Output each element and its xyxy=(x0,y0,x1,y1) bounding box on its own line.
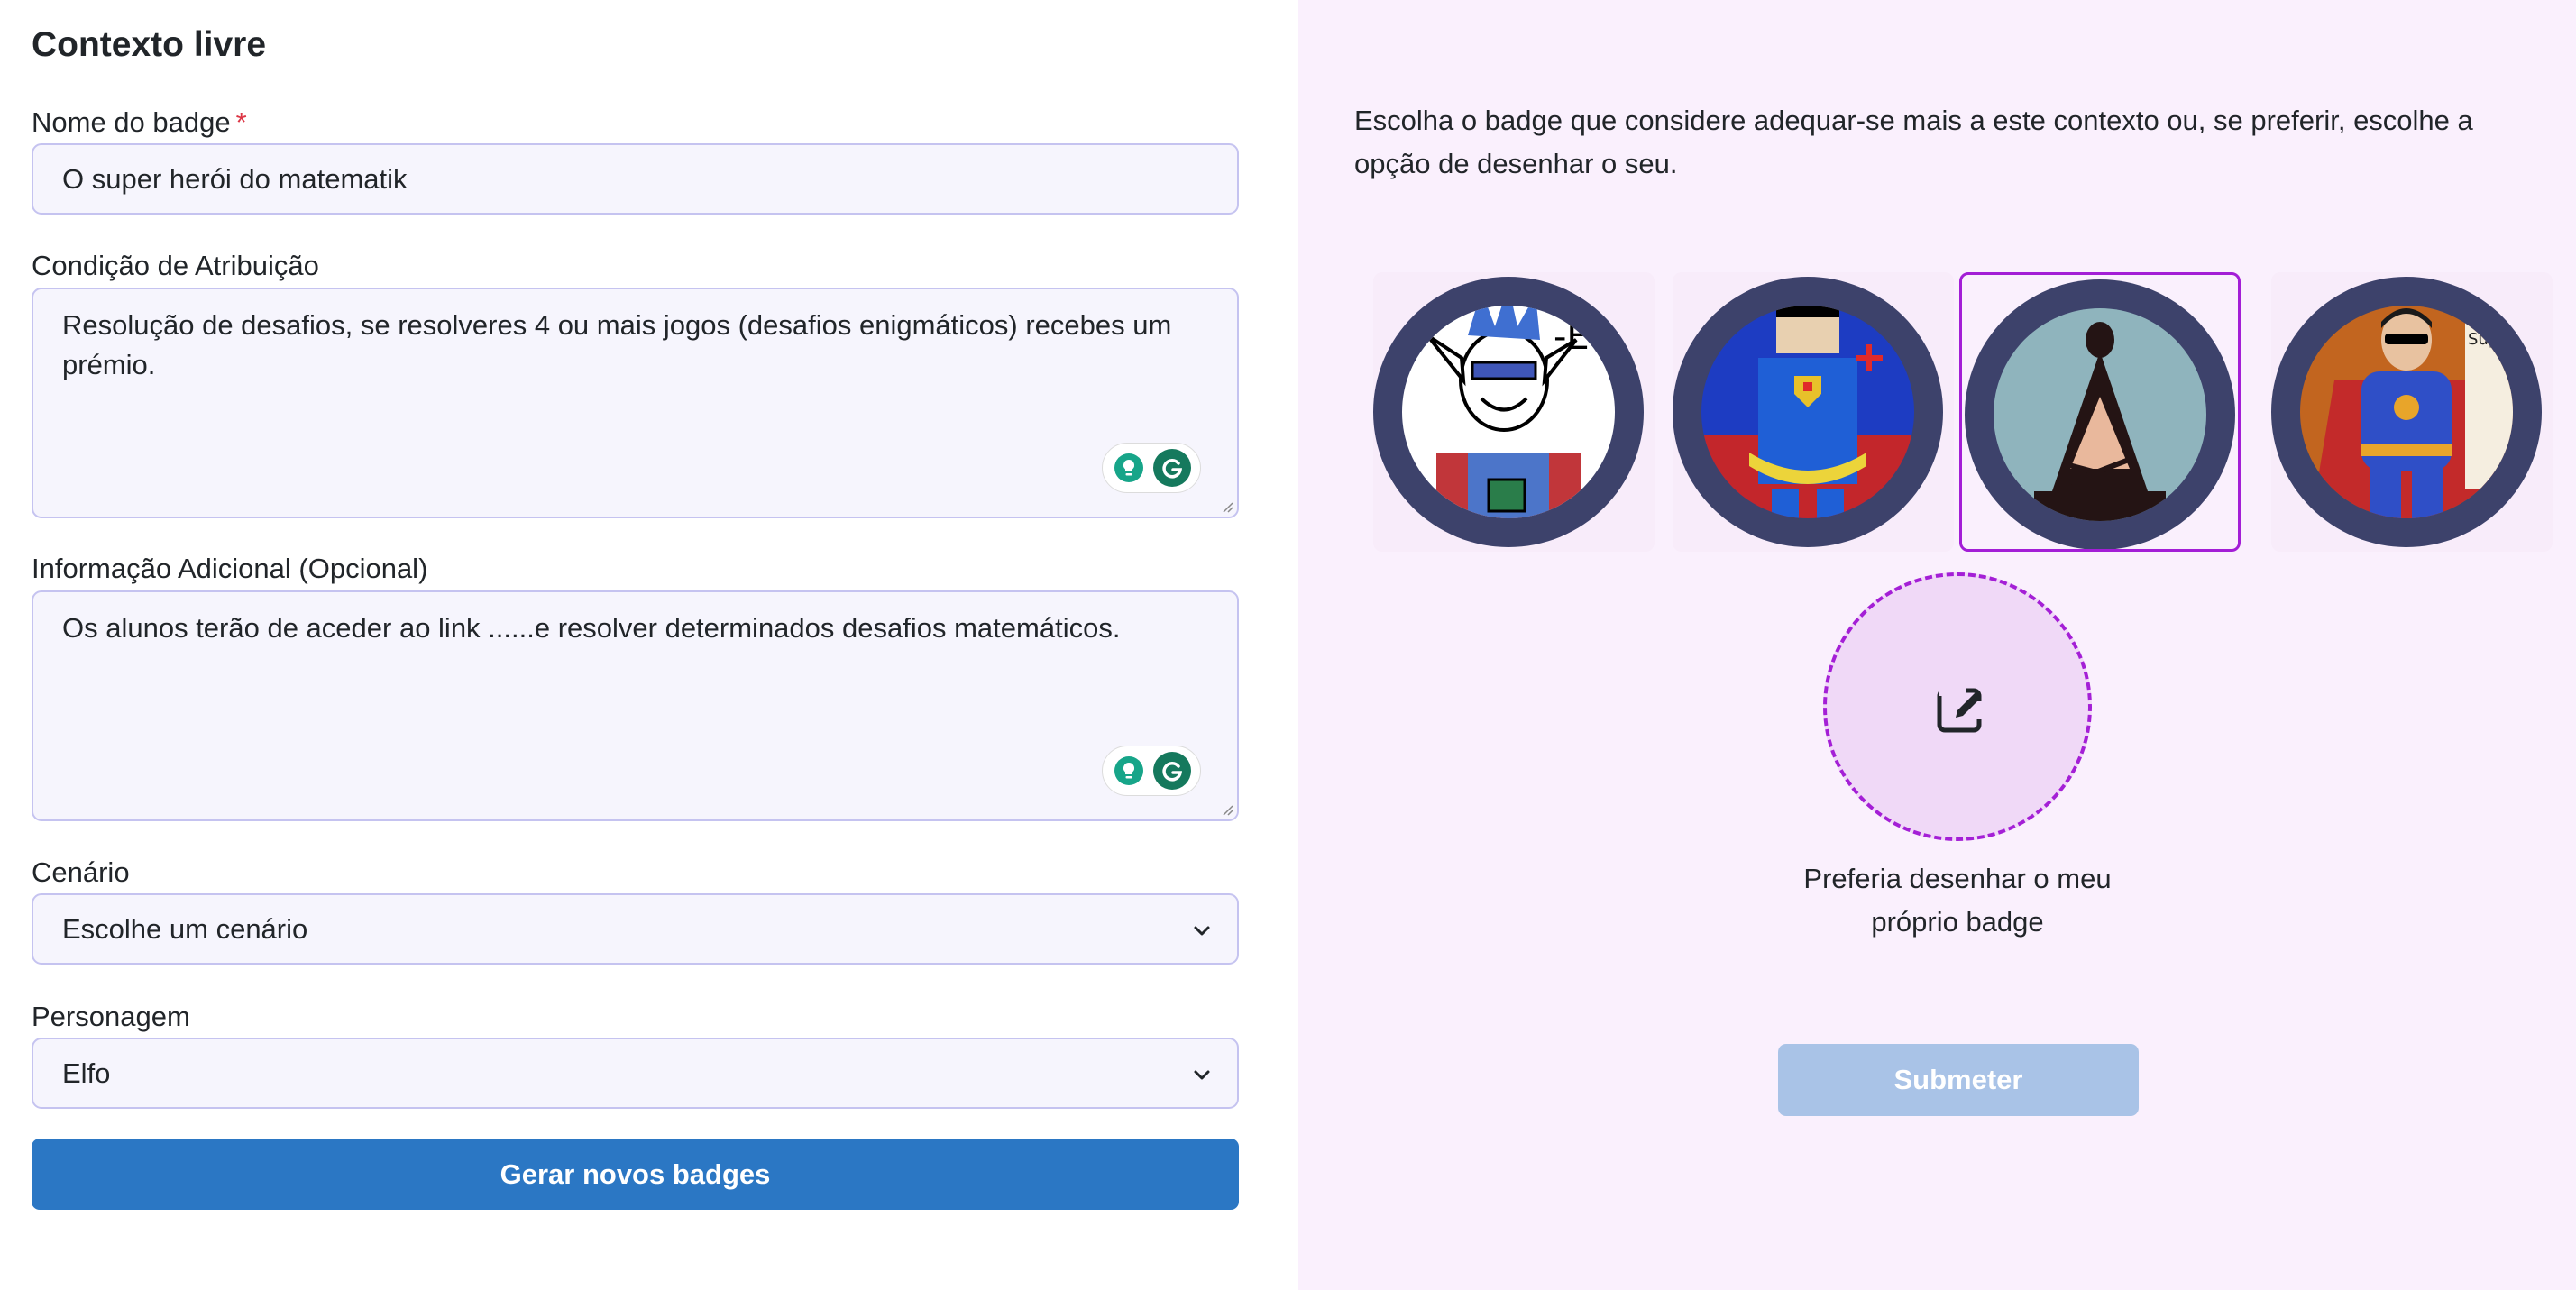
condition-label: Condição de Atribuição xyxy=(32,250,319,281)
condition-text: Resolução de desafios, se resolveres 4 o… xyxy=(62,309,1172,380)
suggestion-bulb-icon[interactable] xyxy=(1112,451,1146,485)
info-text: Os alunos terão de aceder ao link ......… xyxy=(62,612,1121,644)
required-mark: * xyxy=(235,106,247,138)
chevron-down-icon xyxy=(1194,1070,1210,1080)
info-label: Informação Adicional (Opcional) xyxy=(32,553,428,584)
resize-handle-icon[interactable] xyxy=(1221,803,1233,816)
meditating-figure-badge xyxy=(1965,279,2235,549)
scenario-select[interactable]: Escolhe um cenário xyxy=(32,893,1239,965)
badge-intro-text: Escolha o badge que considere adequar-se… xyxy=(1354,105,2473,179)
grammarly-icon[interactable] xyxy=(1153,449,1191,487)
edit-pencil-icon xyxy=(1937,685,1983,733)
draw-own-badge-label: Preferia desenhar o meu próprio badge xyxy=(1803,863,2112,938)
draw-own-badge-option[interactable] xyxy=(1823,572,2092,841)
condition-textarea[interactable]: Resolução de desafios, se resolveres 4 o… xyxy=(32,288,1239,518)
badge-option-4[interactable]: Supe xyxy=(2271,272,2553,552)
badge-option-1[interactable]: -E xyxy=(1373,272,1655,552)
badge-form-panel: Contexto livre Nome do badge * O super he… xyxy=(0,0,1298,1290)
badge-option-3[interactable] xyxy=(1959,272,2241,552)
chevron-down-icon xyxy=(1194,926,1210,936)
badge-name-label: Nome do badge * xyxy=(32,106,247,138)
grammarly-widget[interactable] xyxy=(1102,746,1201,796)
submit-button[interactable]: Submeter xyxy=(1778,1044,2139,1116)
resize-handle-icon[interactable] xyxy=(1221,500,1233,513)
info-textarea[interactable]: Os alunos terão de aceder ao link ......… xyxy=(32,590,1239,821)
grammarly-widget[interactable] xyxy=(1102,443,1201,493)
caped-hero-badge: Supe xyxy=(2271,277,2542,547)
character-label: Personagem xyxy=(32,1001,190,1032)
scenario-label: Cenário xyxy=(32,856,130,888)
form-title: Contexto livre xyxy=(32,25,267,64)
scenario-selected-value: Escolhe um cenário xyxy=(62,913,308,945)
badge-option-2[interactable] xyxy=(1673,272,1954,552)
character-select[interactable]: Elfo xyxy=(32,1038,1239,1109)
character-selected-value: Elfo xyxy=(62,1057,111,1089)
grammarly-icon[interactable] xyxy=(1153,752,1191,790)
badge-name-input[interactable]: O super herói do matematik xyxy=(32,143,1239,215)
elf-hero-badge: -E xyxy=(1373,277,1644,547)
suggestion-bulb-icon[interactable] xyxy=(1112,754,1146,788)
pixel-hero-badge xyxy=(1673,277,1943,547)
generate-badges-button[interactable]: Gerar novos badges xyxy=(32,1139,1239,1210)
